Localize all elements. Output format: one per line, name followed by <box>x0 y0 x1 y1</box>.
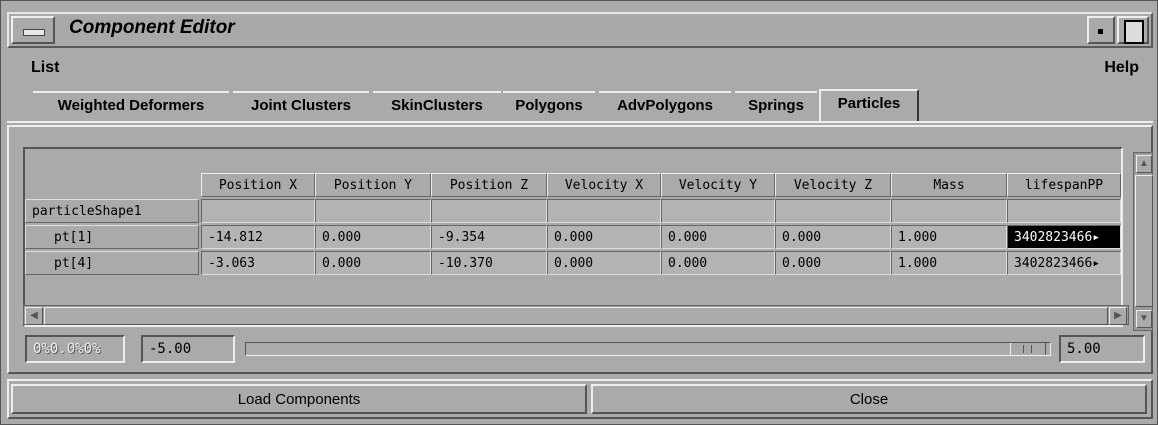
slider-min-field[interactable]: -5.00 <box>141 335 235 363</box>
scroll-left-arrow-icon[interactable]: ◀ <box>25 307 43 325</box>
column-header-velocity-z[interactable]: Velocity Z <box>775 173 891 197</box>
tab-springs[interactable]: Springs <box>735 91 817 121</box>
scroll-up-arrow-icon[interactable]: ▲ <box>1136 155 1152 173</box>
spreadsheet: Position X Position Y Position Z Velocit… <box>23 147 1123 327</box>
table-cell[interactable]: -10.370 <box>431 251 547 275</box>
maximize-icon <box>1124 20 1144 44</box>
minimize-icon <box>1098 29 1103 34</box>
table-cell[interactable]: -3.063 <box>201 251 315 275</box>
column-header-velocity-x[interactable]: Velocity X <box>547 173 661 197</box>
group-cell[interactable] <box>661 199 775 223</box>
column-header-position-y[interactable]: Position Y <box>315 173 431 197</box>
group-cell[interactable] <box>891 199 1007 223</box>
window-title: Component Editor <box>69 17 235 38</box>
menu-list[interactable]: List <box>31 59 59 77</box>
horizontal-scroll-thumb[interactable] <box>44 307 1108 325</box>
window-menu-button[interactable] <box>11 16 55 44</box>
menu-bar: List Help <box>7 53 1153 83</box>
slider-handle[interactable] <box>1010 343 1046 355</box>
tab-particles[interactable]: Particles <box>819 89 919 121</box>
group-cell[interactable] <box>547 199 661 223</box>
column-header-position-z[interactable]: Position Z <box>431 173 547 197</box>
table-cell[interactable]: -14.812 <box>201 225 315 249</box>
column-header-mass[interactable]: Mass <box>891 173 1007 197</box>
slider-value-readout: 0%0.0%0% <box>25 335 125 363</box>
table-cell[interactable]: 0.000 <box>315 225 431 249</box>
tab-joint-clusters[interactable]: Joint Clusters <box>233 91 369 121</box>
vertical-scrollbar[interactable]: ▲ ▼ <box>1133 152 1153 331</box>
close-button[interactable]: Close <box>591 384 1147 414</box>
row-header-pt1[interactable]: pt[1] <box>25 225 199 249</box>
horizontal-scrollbar[interactable]: ◀ ▶ <box>23 305 1129 325</box>
table-cell[interactable]: 0.000 <box>775 251 891 275</box>
table-cell[interactable]: 0.000 <box>661 251 775 275</box>
table-cell[interactable]: 0.000 <box>315 251 431 275</box>
table-cell[interactable]: 3402823466▸ <box>1007 251 1121 275</box>
column-header-position-x[interactable]: Position X <box>201 173 315 197</box>
group-cell[interactable] <box>431 199 547 223</box>
maximize-button[interactable] <box>1117 16 1149 44</box>
table-cell[interactable]: 0.000 <box>547 251 661 275</box>
table-cell[interactable]: 1.000 <box>891 225 1007 249</box>
column-header-lifespanpp[interactable]: lifespanPP <box>1007 173 1121 197</box>
grip-icon <box>1031 345 1032 353</box>
particles-panel: Position X Position Y Position Z Velocit… <box>7 125 1153 374</box>
table-cell-selected[interactable]: 3402823466▸ <box>1007 225 1121 249</box>
group-cell[interactable] <box>315 199 431 223</box>
tab-weighted-deformers[interactable]: Weighted Deformers <box>33 91 229 121</box>
slider-max-field[interactable]: 5.00 <box>1059 335 1145 363</box>
group-cell[interactable] <box>775 199 891 223</box>
window-menu-icon <box>23 29 45 36</box>
column-header-velocity-y[interactable]: Velocity Y <box>661 173 775 197</box>
minimize-button[interactable] <box>1087 16 1115 44</box>
vertical-scroll-thumb[interactable] <box>1135 175 1153 307</box>
menu-help[interactable]: Help <box>1104 59 1139 77</box>
table-cell[interactable]: 1.000 <box>891 251 1007 275</box>
table-cell[interactable]: 0.000 <box>547 225 661 249</box>
table-cell[interactable]: 0.000 <box>661 225 775 249</box>
tab-polygons[interactable]: Polygons <box>503 91 595 121</box>
tab-divider <box>7 121 1153 123</box>
group-cell[interactable] <box>201 199 315 223</box>
grip-icon <box>1023 345 1024 353</box>
load-components-button[interactable]: Load Components <box>11 384 587 414</box>
tab-skinclusters[interactable]: SkinClusters <box>373 91 501 121</box>
row-header-pt4[interactable]: pt[4] <box>25 251 199 275</box>
scroll-down-arrow-icon[interactable]: ▼ <box>1136 310 1152 328</box>
scroll-right-arrow-icon[interactable]: ▶ <box>1109 307 1127 325</box>
button-bar: Load Components Close <box>7 379 1153 419</box>
tab-advpolygons[interactable]: AdvPolygons <box>599 91 731 121</box>
row-header-particleshape1[interactable]: particleShape1 <box>25 199 199 223</box>
title-bar[interactable]: Component Editor <box>7 12 1153 48</box>
table-cell[interactable]: -9.354 <box>431 225 547 249</box>
component-editor-window: Component Editor List Help Weighted Defo… <box>0 0 1158 425</box>
value-slider[interactable] <box>245 342 1051 356</box>
table-cell[interactable]: 0.000 <box>775 225 891 249</box>
tab-bar: Weighted Deformers Joint Clusters SkinCl… <box>7 89 1153 121</box>
group-cell[interactable] <box>1007 199 1121 223</box>
